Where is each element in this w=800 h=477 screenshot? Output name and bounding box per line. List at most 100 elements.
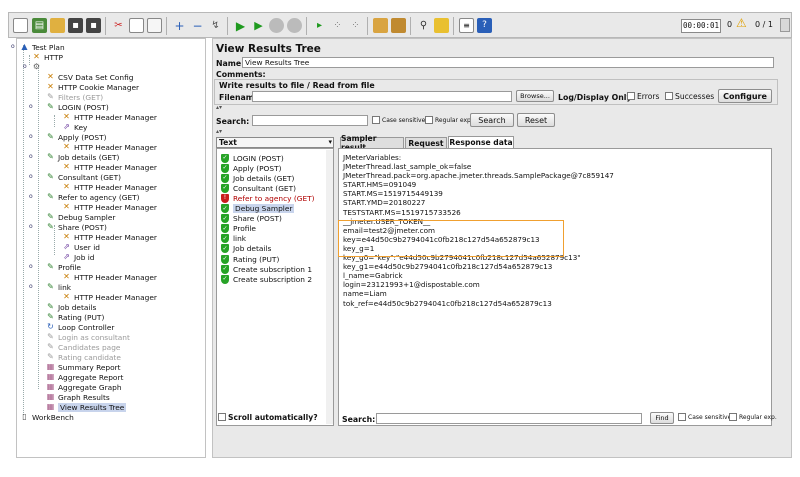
tree-item[interactable]: ✕ HTTP Header Manager bbox=[62, 202, 157, 212]
successes-checkbox[interactable] bbox=[665, 92, 673, 100]
expand-toggle-icon[interactable]: o bbox=[29, 194, 35, 200]
warning-icon[interactable]: ⚠ bbox=[736, 17, 747, 29]
paste-icon[interactable] bbox=[147, 18, 162, 33]
search-icon[interactable]: ⚲ bbox=[416, 18, 431, 33]
expand-toggle-icon[interactable]: o bbox=[23, 64, 29, 70]
result-item[interactable]: ✓ Create subscription 2 bbox=[221, 274, 312, 284]
tree-item[interactable]: ✎ Consultant (GET) bbox=[46, 172, 121, 182]
tree-item[interactable]: ✕ HTTP Header Manager bbox=[62, 182, 157, 192]
splitter-arrows-icon[interactable]: ▴▾ bbox=[216, 104, 222, 111]
expand-toggle-icon[interactable]: o bbox=[29, 224, 35, 230]
start-icon[interactable]: ▶ bbox=[233, 18, 248, 33]
tree-item[interactable]: ✕ HTTP Header Manager bbox=[62, 292, 157, 302]
tree-item[interactable]: ✎ Apply (POST) bbox=[46, 132, 106, 142]
result-item[interactable]: ✓ LOGIN (POST) bbox=[221, 153, 284, 163]
result-item[interactable]: ✓ Job details bbox=[221, 244, 271, 254]
tree-item[interactable]: ✎ Debug Sampler bbox=[46, 212, 115, 222]
tree-item[interactable]: ✕ HTTP Header Manager bbox=[62, 162, 157, 172]
result-item[interactable]: ! Refer to agency (GET) bbox=[221, 193, 315, 203]
tree-item[interactable]: ✕ CSV Data Set Config bbox=[46, 72, 133, 82]
cut-icon[interactable]: ✂ bbox=[111, 18, 126, 33]
result-item[interactable]: ✓ Share (POST) bbox=[221, 214, 282, 224]
expand-toggle-icon[interactable]: o bbox=[11, 44, 17, 50]
tree-item[interactable]: ▦ Summary Report bbox=[46, 362, 121, 372]
test-plan-tree[interactable] bbox=[16, 38, 206, 458]
search-button[interactable]: Search bbox=[470, 113, 514, 127]
clear-icon[interactable] bbox=[373, 18, 388, 33]
tree-item[interactable]: ▦ Aggregate Report bbox=[46, 372, 124, 382]
tree-item[interactable]: ↻ Loop Controller bbox=[46, 322, 114, 332]
result-item[interactable]: ✓ Profile bbox=[221, 224, 256, 234]
tree-item[interactable]: ✕ HTTP Cookie Manager bbox=[46, 82, 139, 92]
find-button[interactable]: Find bbox=[650, 412, 674, 424]
case-sensitive-checkbox[interactable] bbox=[372, 116, 380, 124]
tree-item[interactable]: ▲ Test Plan bbox=[20, 42, 64, 52]
scroll-automatically-checkbox[interactable] bbox=[218, 413, 226, 421]
tree-item[interactable]: ✕ HTTP Header Manager bbox=[62, 142, 157, 152]
expand-toggle-icon[interactable]: o bbox=[29, 174, 35, 180]
clear-all-icon[interactable] bbox=[391, 18, 406, 33]
tree-item[interactable]: ✕ HTTP Header Manager bbox=[62, 272, 157, 282]
copy-icon[interactable] bbox=[129, 18, 144, 33]
tab-request[interactable]: Request bbox=[405, 137, 447, 148]
result-item[interactable]: ✓ Apply (POST) bbox=[221, 163, 281, 173]
remote-shutdown-icon[interactable]: ⁘ bbox=[348, 18, 363, 33]
bottom-case-sensitive-checkbox[interactable] bbox=[678, 413, 686, 421]
start-no-timers-icon[interactable]: ▶ bbox=[251, 18, 266, 33]
help-icon[interactable]: ? bbox=[477, 18, 492, 33]
expand-toggle-icon[interactable]: o bbox=[29, 104, 35, 110]
tab-response-data[interactable]: Response data bbox=[448, 136, 514, 148]
expand-toggle-icon[interactable]: o bbox=[29, 134, 35, 140]
result-item[interactable]: ✓ Debug Sampler bbox=[221, 204, 295, 214]
tree-item[interactable]: ▦ Graph Results bbox=[46, 392, 110, 402]
new-icon[interactable] bbox=[13, 18, 28, 33]
tree-item[interactable]: ✕ HTTP bbox=[32, 52, 63, 62]
regex-checkbox[interactable] bbox=[425, 116, 433, 124]
bottom-search-input[interactable] bbox=[376, 413, 642, 424]
tree-item[interactable]: ✎ link bbox=[46, 282, 71, 292]
toggle-icon[interactable]: ↯ bbox=[208, 18, 223, 33]
tree-item[interactable]: ✎ LOGIN (POST) bbox=[46, 102, 109, 112]
tree-item[interactable]: ▦ Aggregate Graph bbox=[46, 382, 122, 392]
templates-icon[interactable]: ▤ bbox=[32, 18, 47, 33]
save-icon[interactable]: ▪ bbox=[68, 18, 83, 33]
tree-item[interactable]: ✎ Rating (PUT) bbox=[46, 312, 104, 322]
result-item[interactable]: ✓ Rating (PUT) bbox=[221, 254, 279, 264]
tree-item[interactable]: ✎ Candidates page bbox=[46, 342, 120, 352]
reset-button[interactable]: Reset bbox=[517, 113, 555, 127]
tree-item[interactable]: ▦ View Results Tree bbox=[46, 402, 127, 412]
search-input[interactable] bbox=[252, 115, 368, 126]
function-helper-icon[interactable]: ≡ bbox=[459, 18, 474, 33]
tree-item[interactable]: ⇗ Key bbox=[62, 122, 87, 132]
errors-checkbox[interactable] bbox=[627, 92, 635, 100]
tree-item[interactable]: ✎ Job details (GET) bbox=[46, 152, 119, 162]
expand-toggle-icon[interactable]: o bbox=[29, 284, 35, 290]
expand-icon[interactable]: + bbox=[172, 18, 187, 33]
open-icon[interactable] bbox=[50, 18, 65, 33]
results-scrollbar[interactable] bbox=[326, 150, 333, 424]
expand-toggle-icon[interactable]: o bbox=[29, 264, 35, 270]
tree-item[interactable]: ✎ Job details bbox=[46, 302, 96, 312]
tree-item[interactable]: ✎ Rating candidate bbox=[46, 352, 121, 362]
results-list[interactable]: ✓ LOGIN (POST) ✓ Apply (POST) ✓ Job details (… bbox=[216, 148, 334, 426]
result-item[interactable]: ✓ link bbox=[221, 234, 246, 244]
shutdown-icon[interactable] bbox=[287, 18, 302, 33]
tree-item[interactable]: ✎ Filters (GET) bbox=[46, 92, 103, 102]
save-as-icon[interactable]: ▪ bbox=[86, 18, 101, 33]
filename-input[interactable] bbox=[252, 91, 512, 102]
bottom-regex-checkbox[interactable] bbox=[729, 413, 737, 421]
remote-start-icon[interactable]: ▸ bbox=[312, 18, 327, 33]
tree-item[interactable]: ✎ Login as consultant bbox=[46, 332, 130, 342]
tree-item[interactable]: ✎ Refer to agency (GET) bbox=[46, 192, 139, 202]
browse-button[interactable]: Browse... bbox=[516, 90, 554, 102]
name-field[interactable]: View Results Tree bbox=[242, 57, 774, 68]
response-data-text[interactable]: JMeterVariables: JMeterThread.last_sample… bbox=[338, 148, 772, 426]
tree-item[interactable]: ⚙ bbox=[32, 62, 44, 72]
tree-item[interactable]: ✕ HTTP Header Manager bbox=[62, 112, 157, 122]
reset-search-icon[interactable] bbox=[434, 18, 449, 33]
tree-item[interactable]: ✕ HTTP Header Manager bbox=[62, 232, 157, 242]
stop-icon[interactable] bbox=[269, 18, 284, 33]
tab-sampler-result[interactable]: Sampler result bbox=[340, 134, 404, 152]
tree-item[interactable]: ▯ WorkBench bbox=[20, 412, 73, 422]
remote-stop-icon[interactable]: ⁘ bbox=[330, 18, 345, 33]
